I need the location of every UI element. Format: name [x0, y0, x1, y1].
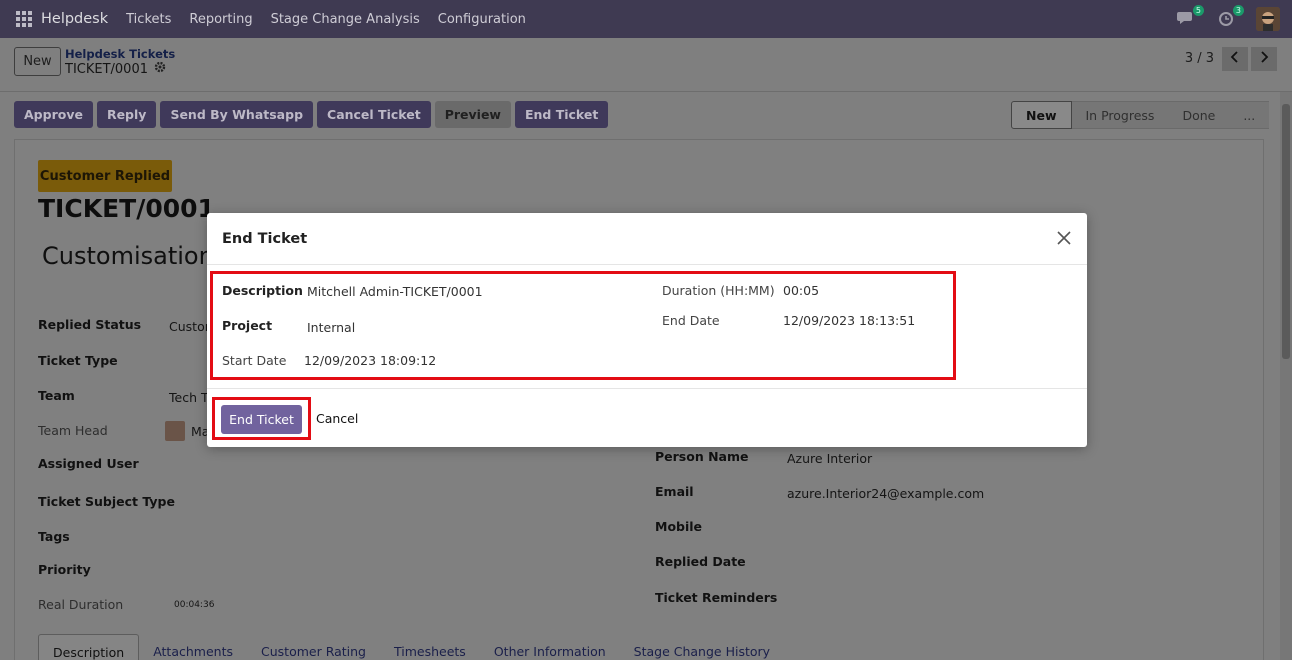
dialog-header: End Ticket	[207, 213, 1087, 265]
reply-button[interactable]: Reply	[96, 101, 157, 128]
person-name-value[interactable]: Azure Interior	[787, 451, 872, 466]
team-value[interactable]: Tech T	[169, 390, 209, 405]
tags-label: Tags	[38, 529, 70, 544]
chevron-right-icon	[1259, 51, 1269, 67]
activity-badge: 3	[1232, 5, 1244, 16]
page-scrollbar[interactable]	[1280, 92, 1292, 660]
mobile-label: Mobile	[655, 519, 703, 534]
replied-status-label: Replied Status	[38, 317, 142, 332]
menu-configuration[interactable]: Configuration	[438, 12, 526, 27]
tab-timesheets[interactable]: Timesheets	[380, 634, 480, 660]
apps-menu-icon[interactable]	[16, 11, 32, 27]
real-duration-label: Real Duration	[38, 597, 124, 612]
ticket-type-label: Ticket Type	[38, 353, 118, 368]
menu-stage-change-analysis[interactable]: Stage Change Analysis	[271, 12, 420, 27]
stage-more[interactable]: ...	[1229, 101, 1270, 129]
stage-done[interactable]: Done	[1168, 101, 1230, 129]
cancel-button[interactable]: Cancel	[316, 411, 358, 426]
stage-new[interactable]: New	[1011, 101, 1072, 129]
user-avatar[interactable]	[1256, 7, 1280, 31]
app-name[interactable]: Helpdesk	[41, 11, 108, 27]
ticket-subject[interactable]: Customisation	[42, 242, 214, 270]
top-navbar: Helpdesk Tickets Reporting Stage Change …	[0, 0, 1292, 38]
chat-icon[interactable]: 5	[1176, 5, 1204, 32]
start-date-value[interactable]: 12/09/2023 18:09:12	[304, 353, 436, 368]
team-head-avatar	[165, 421, 185, 441]
notebook-tabs: Description Attachments Customer Rating …	[38, 634, 784, 660]
dialog-title: End Ticket	[222, 230, 308, 247]
team-label: Team	[38, 388, 75, 403]
ticket-name: TICKET/0001	[38, 194, 215, 223]
end-ticket-action-button[interactable]: End Ticket	[514, 101, 609, 128]
assigned-user-label: Assigned User	[38, 456, 139, 471]
pager-previous-button[interactable]	[1222, 47, 1248, 71]
tab-attachments[interactable]: Attachments	[139, 634, 247, 660]
replied-date-label: Replied Date	[655, 554, 746, 569]
activity-clock-icon[interactable]: 3	[1216, 5, 1244, 32]
cancel-ticket-button[interactable]: Cancel Ticket	[317, 101, 431, 128]
duration-label: Duration (HH:MM)	[662, 283, 775, 298]
dialog-body: Description Mitchell Admin-TICKET/0001 P…	[207, 265, 1087, 388]
person-name-label: Person Name	[655, 449, 749, 464]
scrollbar-thumb[interactable]	[1282, 104, 1290, 359]
send-by-whatsapp-button[interactable]: Send By Whatsapp	[160, 101, 314, 128]
breadcrumb-parent[interactable]: Helpdesk Tickets	[65, 47, 175, 61]
end-date-label: End Date	[662, 313, 720, 328]
end-ticket-button[interactable]: End Ticket	[221, 405, 302, 434]
pager-value[interactable]: 3 / 3	[1185, 51, 1214, 66]
end-date-value[interactable]: 12/09/2023 18:13:51	[783, 313, 915, 328]
duration-value[interactable]: 00:05	[783, 283, 819, 298]
chevron-left-icon	[1230, 51, 1240, 67]
tab-description[interactable]: Description	[38, 634, 140, 660]
status-badge: Customer Replied	[38, 160, 172, 192]
preview-button[interactable]: Preview	[434, 101, 511, 128]
project-label: Project	[222, 318, 273, 333]
description-value[interactable]: Mitchell Admin-TICKET/0001	[307, 284, 483, 299]
breadcrumb-current: TICKET/0001	[65, 61, 148, 77]
approve-button[interactable]: Approve	[14, 101, 93, 128]
action-buttons: Approve Reply Send By Whatsapp Cancel Ti…	[14, 101, 609, 128]
stage-statusbar: New In Progress Done ...	[1011, 101, 1270, 129]
dialog-footer: End Ticket Cancel	[207, 388, 1087, 447]
email-label: Email	[655, 484, 694, 499]
start-date-label: Start Date	[222, 353, 287, 368]
tab-other-information[interactable]: Other Information	[480, 634, 620, 660]
ticket-reminders-label: Ticket Reminders	[655, 590, 778, 605]
ticket-subject-type-label: Ticket Subject Type	[38, 494, 175, 509]
gear-icon[interactable]	[154, 61, 166, 77]
priority-label: Priority	[38, 562, 91, 577]
pager-next-button[interactable]	[1251, 47, 1277, 71]
email-value[interactable]: azure.Interior24@example.com	[787, 486, 984, 501]
stage-in-progress[interactable]: In Progress	[1071, 101, 1169, 129]
end-ticket-dialog: End Ticket Description Mitchell Admin-TI…	[207, 213, 1087, 447]
team-head-label: Team Head	[38, 423, 108, 438]
menu-reporting[interactable]: Reporting	[189, 12, 252, 27]
description-label: Description	[222, 283, 303, 298]
close-icon[interactable]	[1053, 227, 1075, 249]
chat-badge: 5	[1192, 5, 1204, 16]
breadcrumb-current-row: TICKET/0001	[65, 61, 166, 77]
menu-tickets[interactable]: Tickets	[126, 12, 171, 27]
control-panel: New Helpdesk Tickets TICKET/0001 3 / 3	[0, 38, 1292, 92]
tab-stage-change-history[interactable]: Stage Change History	[620, 634, 784, 660]
real-duration-value: 00:04:36	[174, 600, 215, 610]
tab-customer-rating[interactable]: Customer Rating	[247, 634, 380, 660]
new-button[interactable]: New	[14, 47, 61, 76]
project-value[interactable]: Internal	[307, 320, 355, 335]
